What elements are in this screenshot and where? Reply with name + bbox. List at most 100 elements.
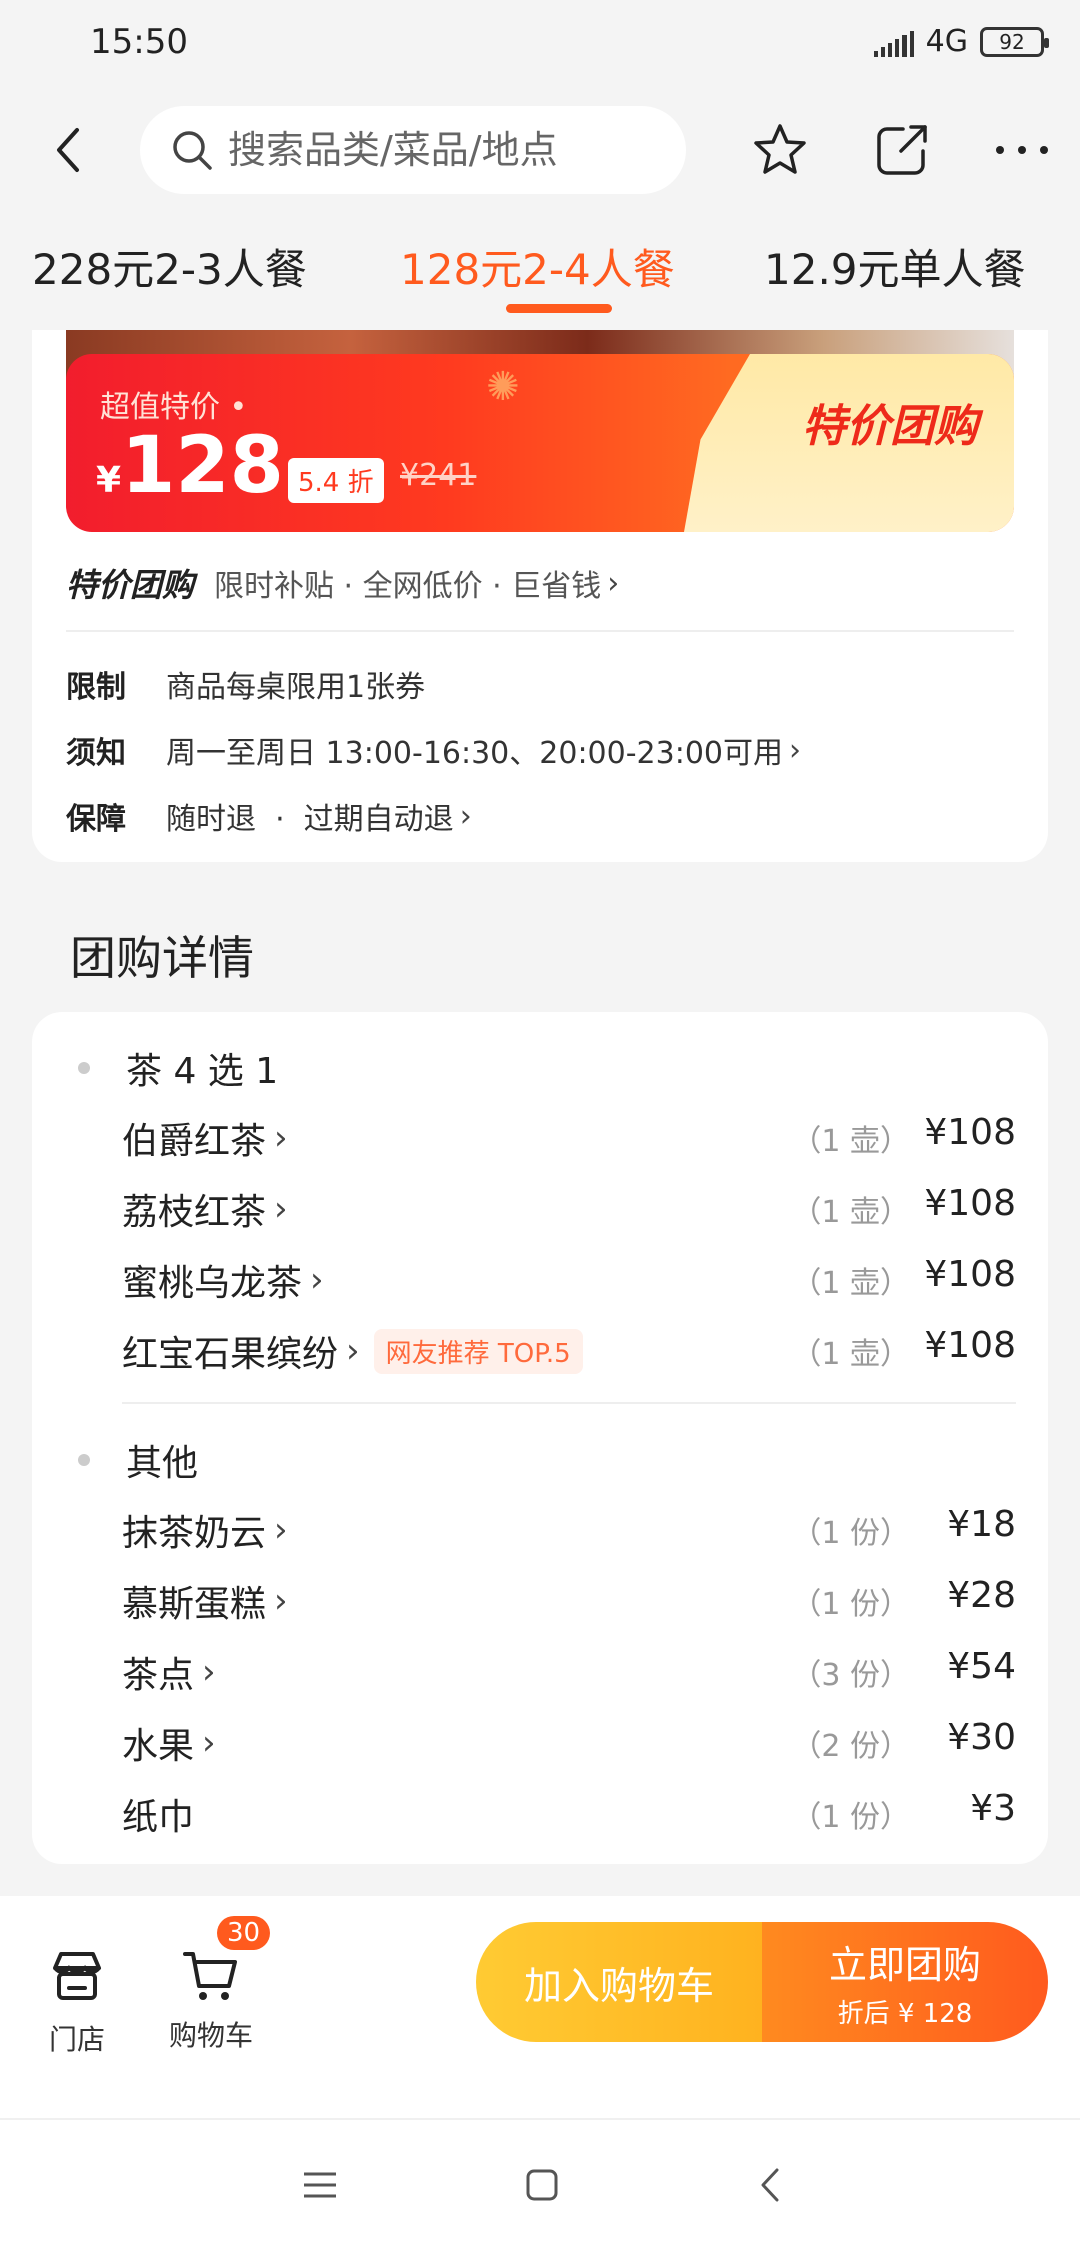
bullet-icon — [78, 1454, 90, 1466]
subsidy-text: 限时补贴 · 全网低价 · 巨省钱 — [214, 569, 602, 604]
bullet-icon — [78, 1062, 90, 1074]
status-time: 15:50 — [90, 22, 188, 62]
list-item[interactable]: 蜜桃乌龙茶 › （1 壶） ¥108 — [122, 1254, 1048, 1314]
system-back-button[interactable] — [730, 2150, 810, 2220]
item-name-wrap: 伯爵红茶 › — [122, 1112, 288, 1164]
discount-badge: 5.4 折 — [288, 458, 384, 503]
item-name: 水果 — [122, 1726, 195, 1767]
star-icon — [754, 124, 806, 174]
more-icon — [996, 146, 1048, 154]
promo-price: ¥ 128 — [96, 426, 284, 506]
item-name-wrap: 茶点 › — [122, 1646, 216, 1698]
chevron-right-icon: › — [607, 565, 620, 601]
item-name-wrap: 红宝石果缤纷 › 网友推荐 TOP.5 — [122, 1325, 583, 1377]
tab-228[interactable]: 228元2-3人餐 — [32, 236, 307, 297]
divider — [122, 1402, 1016, 1404]
battery-icon: 92 — [980, 26, 1049, 57]
item-name: 纸巾 — [122, 1797, 195, 1838]
search-box[interactable] — [140, 106, 686, 194]
list-item[interactable]: 抹茶奶云 › （1 份） ¥18 — [122, 1504, 1048, 1564]
cart-icon — [183, 1952, 237, 2000]
item-name-wrap: 慕斯蛋糕 › — [122, 1575, 288, 1627]
info-value: 随时退 · 过期自动退 — [166, 802, 454, 837]
item-name-wrap: 荔枝红茶 › — [122, 1183, 288, 1235]
back-icon — [57, 128, 79, 172]
package-tabs: 228元2-3人餐 128元2-4人餐 12.9元单人餐 — [0, 236, 1080, 326]
list-item[interactable]: 慕斯蛋糕 › （1 份） ¥28 — [122, 1575, 1048, 1635]
info-label: 保障 — [66, 802, 126, 837]
cart-button[interactable]: 30 购物车 — [156, 1916, 271, 2054]
info-limit-row: 限制 商品每桌限用1张券 — [66, 662, 425, 706]
store-icon — [53, 1952, 101, 2000]
search-input[interactable] — [228, 128, 668, 172]
list-item[interactable]: 茶点 › （3 份） ¥54 — [122, 1646, 1048, 1706]
battery-level: 92 — [999, 29, 1025, 54]
buy-now-label: 立即团购 — [828, 1943, 981, 1987]
chevron-right-icon: › — [274, 1581, 288, 1621]
back-button[interactable] — [40, 120, 96, 180]
promo-currency: ¥ — [96, 460, 122, 501]
more-button[interactable] — [990, 118, 1054, 182]
status-right: 4G 92 — [873, 24, 1049, 59]
group-title: 其他 — [126, 1443, 199, 1484]
promo-badge-label: 特价团购 — [802, 401, 978, 452]
item-name: 慕斯蛋糕 — [122, 1584, 267, 1625]
item-price: ¥108 — [924, 1254, 1016, 1295]
subsidy-logo: 特价团购 — [66, 566, 195, 604]
buy-now-button[interactable]: 立即团购 折后 ¥ 128 — [762, 1922, 1048, 2042]
store-label: 门店 — [48, 2023, 105, 2056]
promo-amount: 128 — [121, 421, 284, 511]
item-qty: （1 壶） — [791, 1124, 910, 1159]
item-name: 红宝石果缤纷 — [122, 1334, 339, 1375]
item-name: 伯爵红茶 — [122, 1121, 267, 1162]
item-name: 茶点 — [122, 1655, 195, 1696]
list-item[interactable]: 红宝石果缤纷 › 网友推荐 TOP.5 （1 壶） ¥108 — [122, 1325, 1048, 1385]
buy-now-price: 折后 ¥ 128 — [837, 1999, 973, 2029]
system-back-icon — [761, 2168, 779, 2202]
item-qty: （1 份） — [791, 1800, 910, 1835]
item-qty: （2 份） — [791, 1729, 910, 1764]
item-name: 蜜桃乌龙茶 — [122, 1263, 303, 1304]
info-notice-row[interactable]: 须知 周一至周日 13:00-16:30、20:00-23:00可用 › — [66, 728, 801, 772]
recommend-tag: 网友推荐 TOP.5 — [373, 1328, 583, 1374]
item-price: ¥108 — [924, 1183, 1016, 1224]
list-item[interactable]: 水果 › （2 份） ¥30 — [122, 1717, 1048, 1777]
item-qty: （1 份） — [791, 1587, 910, 1622]
item-name-wrap: 纸巾 — [122, 1788, 194, 1840]
favorite-button[interactable] — [748, 118, 812, 182]
search-icon — [173, 131, 212, 170]
chevron-right-icon: › — [274, 1510, 288, 1550]
home-button[interactable] — [502, 2150, 582, 2220]
group-title: 茶 4 选 1 — [126, 1051, 279, 1092]
tab-12-9[interactable]: 12.9元单人餐 — [764, 236, 1026, 297]
item-qty: （1 份） — [791, 1516, 910, 1551]
info-label: 限制 — [66, 670, 126, 705]
item-qty: （1 壶） — [791, 1195, 910, 1230]
list-item[interactable]: 荔枝红茶 › （1 壶） ¥108 — [122, 1183, 1048, 1243]
item-name: 抹茶奶云 — [122, 1513, 267, 1554]
network-label: 4G — [925, 24, 968, 59]
tab-128[interactable]: 128元2-4人餐 — [400, 236, 675, 297]
chevron-right-icon: › — [202, 1652, 216, 1692]
share-button[interactable] — [870, 118, 934, 182]
original-price: ¥241 — [400, 458, 477, 493]
add-to-cart-button[interactable]: 加入购物车 — [476, 1922, 762, 2042]
info-value: 周一至周日 13:00-16:30、20:00-23:00可用 — [166, 736, 784, 771]
group-head-other: 其他 — [78, 1434, 198, 1486]
chevron-right-icon: › — [202, 1723, 216, 1763]
menu-button[interactable] — [280, 2150, 360, 2220]
chevron-right-icon: › — [789, 732, 802, 768]
divider — [66, 630, 1014, 632]
status-bar: 15:50 4G 92 — [0, 0, 1080, 92]
info-label: 须知 — [66, 736, 126, 771]
promo-badge-panel: 特价团购 — [684, 354, 1014, 532]
info-value: 商品每桌限用1张券 — [166, 670, 426, 705]
list-item[interactable]: 伯爵红茶 › （1 壶） ¥108 — [122, 1112, 1048, 1172]
info-guarantee-row[interactable]: 保障 随时退 · 过期自动退 › — [66, 794, 472, 838]
store-button[interactable]: 门店 — [22, 1946, 132, 2058]
signal-icon — [873, 27, 914, 57]
subsidy-row[interactable]: 特价团购 限时补贴 · 全网低价 · 巨省钱 › — [66, 560, 619, 606]
list-item: 纸巾 （1 份） ¥3 — [122, 1788, 1048, 1848]
promo-tag: 超值特价 • — [100, 390, 248, 425]
chevron-right-icon: › — [274, 1189, 288, 1229]
